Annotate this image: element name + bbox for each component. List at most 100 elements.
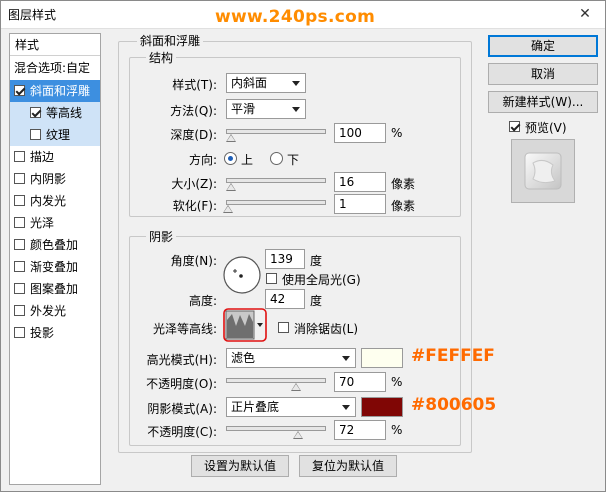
altitude-label: 高度: bbox=[188, 294, 217, 308]
style-item[interactable]: 纹理 bbox=[10, 124, 100, 146]
depth-slider[interactable] bbox=[225, 129, 326, 142]
style-item[interactable]: 投影 bbox=[10, 322, 100, 344]
direction-down-radio[interactable] bbox=[270, 152, 283, 165]
gloss-contour-picker[interactable] bbox=[223, 308, 269, 342]
chevron-down-icon bbox=[292, 107, 300, 112]
close-icon[interactable]: ✕ bbox=[573, 4, 597, 24]
size-input[interactable]: 16 bbox=[334, 172, 386, 192]
soften-label: 软化(F): bbox=[172, 199, 217, 213]
shadow-opacity-input[interactable]: 72 bbox=[334, 420, 386, 440]
style-item-checkbox[interactable] bbox=[30, 129, 41, 140]
angle-input[interactable]: 139 bbox=[265, 249, 305, 269]
set-default-button[interactable]: 设置为默认值 bbox=[191, 455, 289, 477]
antialias-checkbox[interactable] bbox=[278, 322, 289, 333]
technique-label: 方法(Q): bbox=[170, 104, 217, 118]
style-item-label: 斜面和浮雕 bbox=[30, 84, 91, 98]
reset-default-button[interactable]: 复位为默认值 bbox=[299, 455, 397, 477]
window-title: 图层样式 bbox=[8, 8, 57, 22]
style-value: 内斜面 bbox=[231, 76, 268, 90]
direction-label: 方向: bbox=[188, 153, 217, 167]
style-label: 样式(T): bbox=[172, 78, 217, 92]
cancel-button[interactable]: 取消 bbox=[488, 63, 598, 85]
layer-style-dialog: 图层样式 www.240ps.com ✕ 样式 混合选项:自定 斜面和浮雕 等高线… bbox=[0, 0, 606, 492]
style-item-checkbox[interactable] bbox=[14, 173, 25, 184]
direction-up-radio[interactable] bbox=[224, 152, 237, 165]
style-item-checkbox[interactable] bbox=[14, 151, 25, 162]
shadow-opacity-slider[interactable] bbox=[226, 426, 326, 439]
style-item-label: 纹理 bbox=[46, 128, 71, 142]
highlight-opacity-percent: % bbox=[391, 375, 403, 389]
chevron-down-icon bbox=[292, 81, 300, 86]
depth-percent: % bbox=[391, 126, 403, 140]
soften-slider[interactable] bbox=[222, 200, 326, 213]
direction-up-label: 上 bbox=[241, 153, 254, 167]
highlight-color-hex: #FEFFEF bbox=[411, 346, 495, 366]
antialias-label: 消除锯齿(L) bbox=[294, 322, 359, 336]
highlight-opacity-thumb[interactable] bbox=[290, 383, 301, 391]
style-item[interactable]: 渐变叠加 bbox=[10, 256, 100, 278]
style-item[interactable]: 内发光 bbox=[10, 190, 100, 212]
shadow-opacity-percent: % bbox=[391, 423, 403, 437]
size-slider[interactable] bbox=[225, 178, 326, 191]
shadow-mode-value: 正片叠底 bbox=[231, 400, 280, 414]
style-item-label: 等高线 bbox=[46, 106, 83, 120]
soften-input[interactable]: 1 bbox=[334, 194, 386, 214]
style-item[interactable]: 图案叠加 bbox=[10, 278, 100, 300]
style-item-label: 图案叠加 bbox=[30, 282, 79, 296]
highlight-mode-dropdown[interactable]: 滤色 bbox=[226, 348, 356, 368]
style-item-checkbox[interactable] bbox=[14, 239, 25, 250]
style-item-checkbox[interactable] bbox=[14, 261, 25, 272]
shadow-opacity-thumb[interactable] bbox=[292, 431, 303, 439]
depth-input[interactable]: 100 bbox=[334, 123, 386, 143]
style-item-checkbox[interactable] bbox=[14, 217, 25, 228]
style-dropdown[interactable]: 内斜面 bbox=[226, 73, 306, 93]
depth-slider-thumb[interactable] bbox=[225, 134, 236, 142]
angle-degree: 度 bbox=[310, 254, 323, 268]
angle-dial[interactable] bbox=[222, 255, 262, 295]
new-style-button[interactable]: 新建样式(W)... bbox=[488, 91, 598, 113]
highlight-mode-label: 高光模式(H): bbox=[146, 353, 217, 367]
preview-checkbox[interactable] bbox=[509, 121, 520, 132]
shadow-mode-dropdown[interactable]: 正片叠底 bbox=[226, 397, 356, 417]
style-item-checkbox[interactable] bbox=[14, 85, 25, 96]
style-preview-thumbnail bbox=[511, 139, 575, 203]
size-unit: 像素 bbox=[391, 177, 416, 191]
shadow-color-swatch[interactable] bbox=[361, 397, 403, 417]
style-item[interactable]: 描边 bbox=[10, 146, 100, 168]
technique-value: 平滑 bbox=[231, 102, 256, 116]
style-item[interactable]: 斜面和浮雕 bbox=[10, 80, 100, 102]
highlight-opacity-input[interactable]: 70 bbox=[334, 372, 386, 392]
style-item-label: 光泽 bbox=[30, 216, 55, 230]
style-item[interactable]: 颜色叠加 bbox=[10, 234, 100, 256]
highlight-color-swatch[interactable] bbox=[361, 348, 403, 368]
style-item[interactable]: 等高线 bbox=[10, 102, 100, 124]
technique-dropdown[interactable]: 平滑 bbox=[226, 99, 306, 119]
style-item-label: 颜色叠加 bbox=[30, 238, 79, 252]
direction-down-label: 下 bbox=[287, 153, 300, 167]
global-light-checkbox[interactable] bbox=[266, 273, 277, 284]
ok-button[interactable]: 确定 bbox=[488, 35, 598, 57]
style-item-checkbox[interactable] bbox=[14, 305, 25, 316]
depth-label: 深度(D): bbox=[170, 128, 217, 142]
soften-slider-thumb[interactable] bbox=[222, 205, 233, 213]
size-slider-thumb[interactable] bbox=[225, 183, 236, 191]
shading-title: 阴影 bbox=[146, 228, 177, 245]
style-item-checkbox[interactable] bbox=[14, 283, 25, 294]
soften-unit: 像素 bbox=[391, 199, 416, 213]
style-item[interactable]: 外发光 bbox=[10, 300, 100, 322]
style-item-checkbox[interactable] bbox=[14, 195, 25, 206]
style-item-label: 内发光 bbox=[30, 194, 67, 208]
style-item[interactable]: 光泽 bbox=[10, 212, 100, 234]
preview-label: 预览(V) bbox=[525, 121, 567, 135]
style-item-label: 描边 bbox=[30, 150, 55, 164]
watermark-text: www.240ps.com bbox=[215, 7, 376, 27]
highlight-opacity-slider[interactable] bbox=[226, 378, 326, 391]
style-item[interactable]: 内阴影 bbox=[10, 168, 100, 190]
style-item-checkbox[interactable] bbox=[30, 107, 41, 118]
altitude-input[interactable]: 42 bbox=[265, 289, 305, 309]
style-item-label: 内阴影 bbox=[30, 172, 67, 186]
shadow-color-hex: #800605 bbox=[411, 395, 497, 415]
style-item-checkbox[interactable] bbox=[14, 327, 25, 338]
blend-options-item[interactable]: 混合选项:自定 bbox=[10, 57, 100, 79]
altitude-degree: 度 bbox=[310, 294, 323, 308]
